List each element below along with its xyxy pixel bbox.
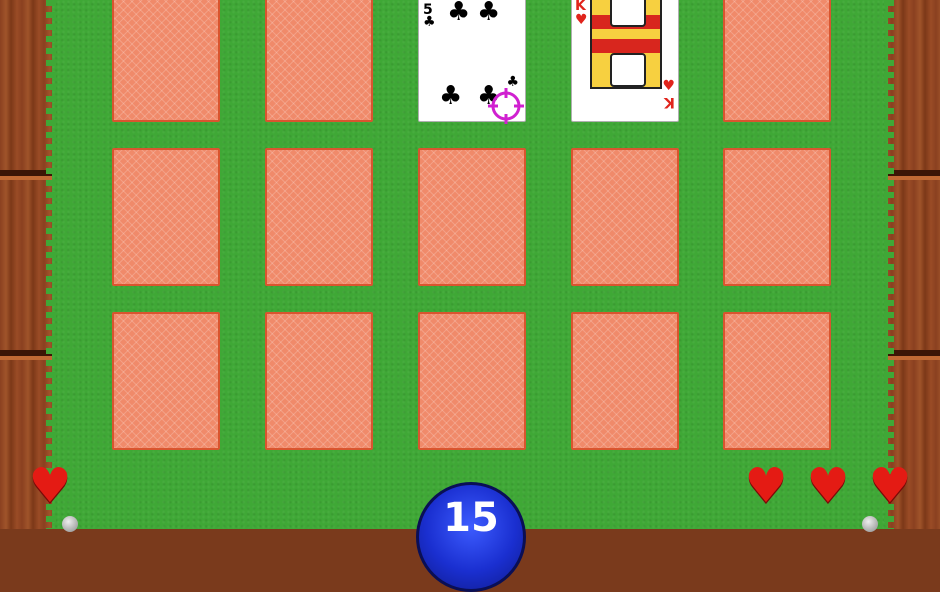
card-slot[interactable] (571, 148, 679, 286)
crosshair-cursor-icon (488, 88, 524, 124)
club-icon: ♣ (477, 0, 501, 27)
card-slot[interactable] (265, 148, 373, 286)
card-king-of-hearts[interactable]: K ♥ ♥ K (571, 0, 679, 122)
heart-suit-icon: ♥ (575, 12, 588, 28)
bolt-icon (862, 516, 878, 532)
score-orb: 15 (416, 482, 526, 592)
card-slot[interactable] (723, 148, 831, 286)
club-icon: ♣ (439, 81, 463, 111)
heart-icon: ♥ (28, 458, 72, 514)
card-rank: K (664, 94, 675, 110)
card-suit-icon: ♣ (423, 14, 436, 30)
card-slot[interactable] (112, 0, 220, 122)
score-value: 15 (443, 495, 499, 541)
card-slot[interactable] (265, 312, 373, 450)
heart-icon: ♥ (744, 458, 788, 514)
club-icon: ♣ (447, 0, 471, 27)
heart-icon: ♥ (806, 458, 850, 514)
king-illustration (590, 0, 662, 89)
card-slot[interactable] (265, 0, 373, 122)
card-slot[interactable] (418, 312, 526, 450)
card-slot[interactable] (112, 148, 220, 286)
card-slot[interactable] (418, 148, 526, 286)
heart-suit-icon: ♥ (662, 78, 675, 94)
card-slot[interactable] (723, 312, 831, 450)
heart-icon: ♥ (868, 458, 912, 514)
card-slot[interactable] (571, 312, 679, 450)
bolt-icon (62, 516, 78, 532)
card-slot[interactable] (112, 312, 220, 450)
card-slot[interactable] (723, 0, 831, 122)
